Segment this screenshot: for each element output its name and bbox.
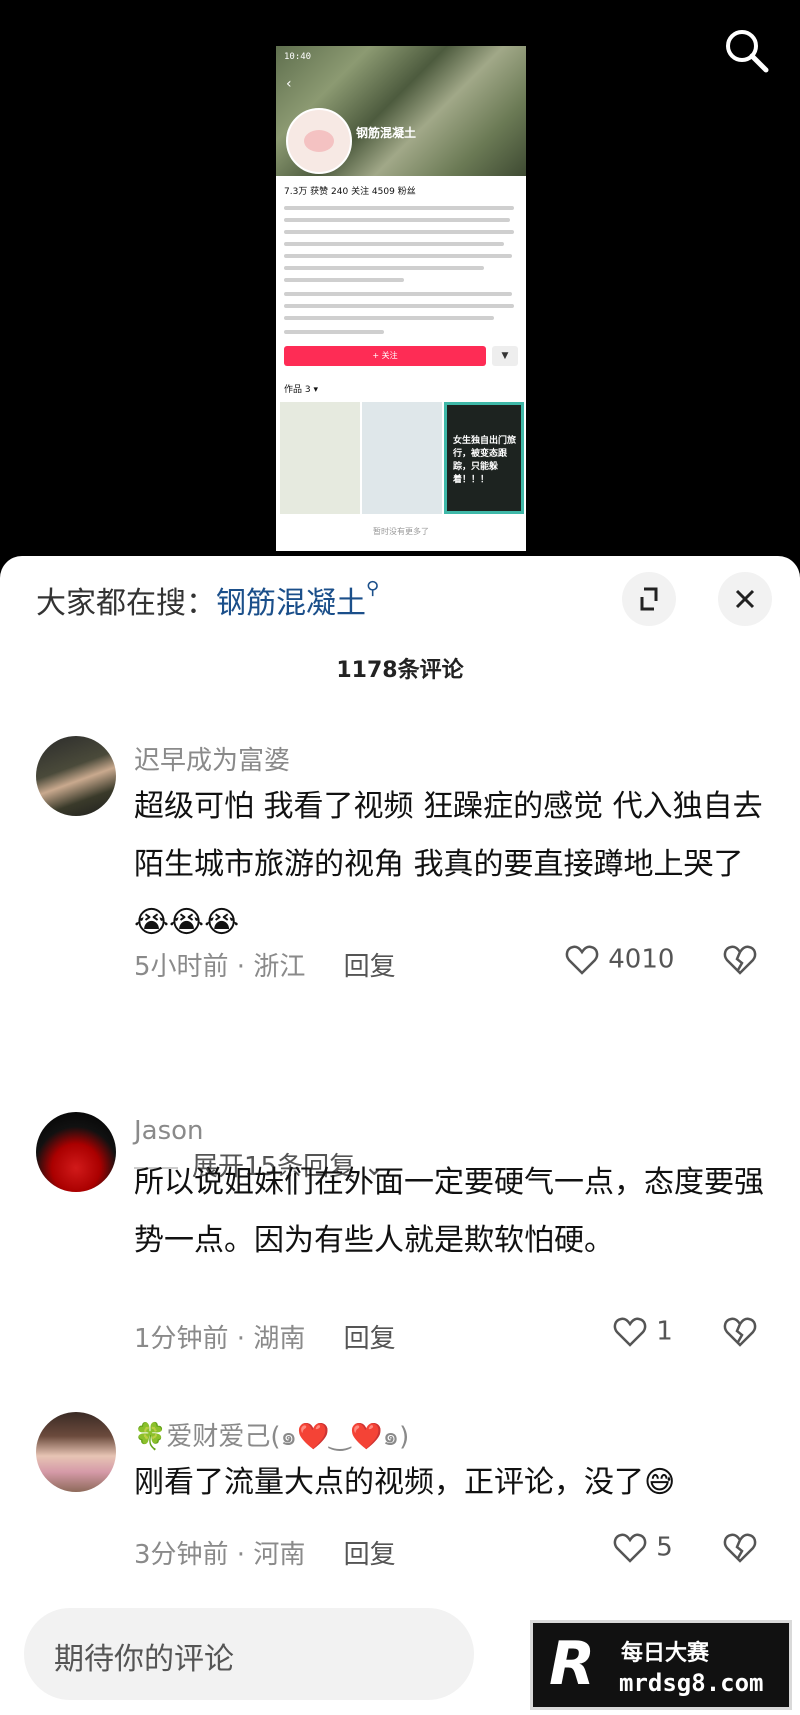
expand-icon [640,587,658,611]
comment-count: 1178条评论 [336,658,464,683]
comment-text: 刚看了流量大点的视频，正评论，没了😅 [134,1465,676,1500]
comment-username[interactable]: Jason [134,1116,204,1146]
search-icon[interactable] [722,26,772,76]
close-icon [735,589,755,609]
preview-footer: 暂时没有更多了 [373,527,429,536]
watermark-url: mrdsg8.com [619,1669,764,1697]
comment-text: 超级可怕 我看了视频 狂躁症的感觉 代入独自去陌生城市旅游的视角 我真的要直接蹲… [134,789,763,940]
watermark: R 每日大赛 mrdsg8.com [530,1620,792,1710]
preview-thumb-3: 女生独自出门旅行，被变态跟踪，只能躲着！！！ [444,402,524,514]
comment-input[interactable]: 期待你的评论 [24,1608,474,1700]
comment-text: 所以说姐妹们在外面一定要硬气一点，态度要强势一点。因为有些人就是欺软怕硬。 [134,1165,764,1258]
watermark-title: 每日大赛 [621,1641,710,1666]
preview-stats: 7.3万 获赞 240 关注 4509 粉丝 [284,187,416,197]
heart-icon [565,945,599,975]
comment-username[interactable]: 🍀爱财爱己(๑❤️‿❤️๑) [134,1416,409,1457]
broken-heart-icon [723,1317,757,1347]
preview-profile-name: 钢筋混凝土 [356,126,417,140]
comment-meta: 3分钟前 · 河南 回复 [134,1534,396,1571]
comment-meta: 1分钟前 · 湖南 回复 [134,1318,396,1355]
watermark-logo: R [549,1629,596,1699]
hot-search-term[interactable]: 钢筋混凝土 [216,586,366,621]
heart-icon [613,1533,647,1563]
heart-icon [613,1317,647,1347]
video-preview[interactable]: 10:40 ‹ 钢筋混凝土 7.3万 获赞 240 关注 4509 粉丝 + 关… [276,46,526,551]
close-button[interactable] [718,572,772,626]
preview-avatar [286,108,352,174]
broken-heart-icon [723,945,757,975]
avatar[interactable] [36,736,116,816]
preview-thumb-1 [280,402,360,514]
preview-thumb-2 [362,402,442,514]
preview-works-label: 作品 3 ▾ [284,385,318,395]
avatar[interactable] [36,1412,116,1492]
like-button[interactable]: 5 [612,1530,673,1566]
comment-time-location: 5小时前 · 浙江 [134,952,306,982]
like-button[interactable]: 4010 [564,942,674,978]
comment-meta: 5小时前 · 浙江 回复 [134,946,396,983]
dislike-button[interactable] [722,942,758,982]
comment-username[interactable]: 迟早成为富婆 [134,740,290,777]
preview-more-icon: ▼ [492,346,518,366]
preview-status-time: 10:40 [284,52,312,62]
reply-button[interactable]: 回复 [344,952,396,982]
like-count: 4010 [608,944,675,975]
like-count: 5 [656,1532,673,1563]
hot-search[interactable]: 大家都在搜：钢筋混凝土⚲ [36,578,379,622]
preview-back-icon: ‹ [286,76,292,92]
expand-button[interactable] [622,572,676,626]
reply-button[interactable]: 回复 [344,1324,396,1354]
like-count: 1 [656,1316,673,1347]
hot-search-prefix: 大家都在搜： [36,586,216,621]
avatar[interactable] [36,1112,116,1192]
broken-heart-icon [723,1533,757,1563]
preview-follow-button: + 关注 [284,346,486,366]
like-button[interactable]: 1 [612,1314,673,1350]
comment-time-location: 1分钟前 · 湖南 [134,1324,306,1354]
dislike-button[interactable] [722,1530,758,1570]
comment-time-location: 3分钟前 · 河南 [134,1540,306,1570]
comment-input-placeholder: 期待你的评论 [54,1642,234,1677]
search-small-icon: ⚲ [366,578,380,599]
dislike-button[interactable] [722,1314,758,1354]
comment-sheet: 大家都在搜：钢筋混凝土⚲ 1178条评论 迟早成为富婆 超级可怕 我看了视频 狂… [0,556,800,1715]
reply-button[interactable]: 回复 [344,1540,396,1570]
